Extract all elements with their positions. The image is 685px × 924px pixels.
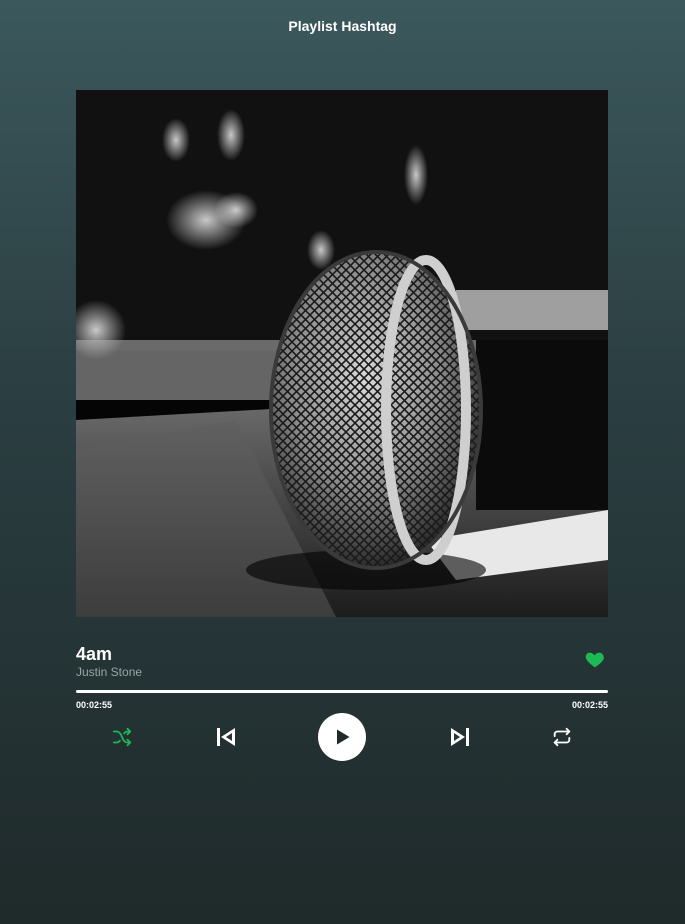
previous-button[interactable] [213, 724, 239, 750]
progress-fill [76, 690, 608, 693]
shuffle-icon [112, 727, 132, 747]
play-icon [337, 729, 350, 745]
track-title: 4am [76, 644, 113, 664]
heart-icon [585, 652, 604, 668]
like-button[interactable] [584, 648, 606, 670]
play-button[interactable] [318, 713, 366, 761]
track-artist: Justin Stone [76, 665, 143, 679]
repeat-icon [553, 727, 571, 747]
progress-bar[interactable] [76, 690, 608, 693]
total-time: 00:02:55 [571, 700, 608, 710]
skip-forward-icon [451, 728, 469, 746]
album-art [76, 90, 608, 617]
shuffle-button[interactable] [110, 725, 134, 749]
page-title: Playlist Hashtag [288, 18, 397, 34]
repeat-button[interactable] [550, 725, 574, 749]
skip-back-icon [217, 728, 235, 746]
microphone-photo [76, 90, 608, 617]
elapsed-time: 00:02:55 [76, 700, 113, 710]
next-button[interactable] [447, 724, 473, 750]
